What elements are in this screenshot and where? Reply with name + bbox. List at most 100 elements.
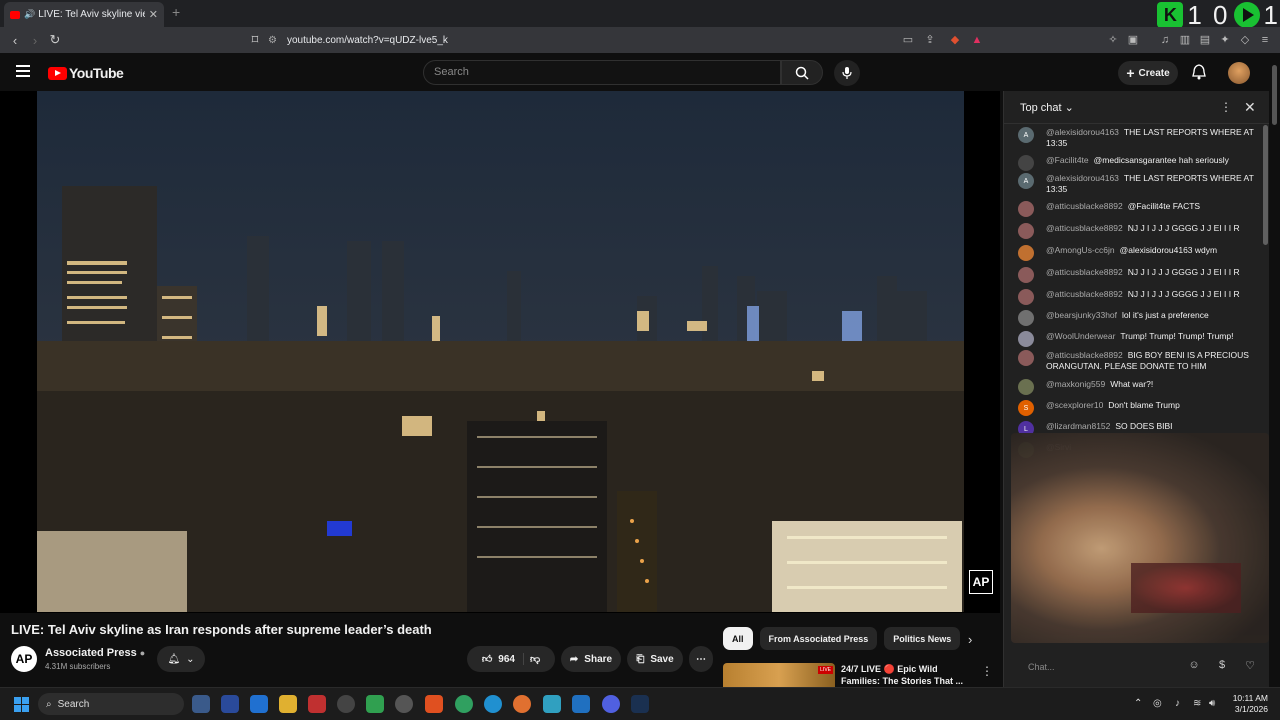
chat-message[interactable]: S @scexplorer10 Don't blame Trump	[1018, 400, 1258, 416]
chevron-right-icon[interactable]: ›	[968, 632, 972, 647]
thumbs-down-icon[interactable]: 👎︎	[530, 653, 540, 665]
more-actions-button[interactable]: ⋯	[689, 646, 713, 672]
search-input[interactable]: Search	[423, 60, 781, 85]
chat-avatar[interactable]	[1018, 289, 1034, 305]
super-chat-icon[interactable]: $	[1214, 659, 1230, 675]
chat-author[interactable]: @atticusblacke8892	[1046, 289, 1123, 299]
page-scrollbar[interactable]	[1269, 55, 1280, 687]
sidebar-icon[interactable]: ▥	[1178, 33, 1192, 47]
microphone-tray-icon[interactable]: ♪	[1175, 698, 1180, 709]
media-icon[interactable]: ♫	[1158, 33, 1172, 47]
chat-avatar[interactable]	[1018, 223, 1034, 239]
chat-avatar[interactable]	[1018, 350, 1034, 366]
video-player[interactable]: AP	[0, 91, 1000, 613]
vscode-icon[interactable]	[572, 695, 590, 713]
close-icon[interactable]: ✕	[1244, 99, 1256, 116]
share-button[interactable]: ➦ Share	[561, 646, 621, 672]
chip-politics[interactable]: Politics News	[884, 627, 961, 650]
task-view-icon[interactable]	[192, 695, 210, 713]
chat-avatar[interactable]: S	[1018, 400, 1034, 416]
chat-author[interactable]: @alexisidorou4163	[1046, 173, 1119, 183]
wallet-icon[interactable]: ▤	[1198, 33, 1212, 47]
share-page-icon[interactable]: ⇪	[923, 33, 937, 47]
chat-author[interactable]: @lizardman8152	[1046, 421, 1110, 431]
screenshot-icon[interactable]: ▣	[1126, 33, 1140, 47]
browser-tab[interactable]: 🔊 LIVE: Tel Aviv skyline view as ✕	[4, 2, 164, 27]
chat-author[interactable]: @bearsjunky33hof	[1046, 310, 1117, 320]
app-icon[interactable]	[221, 695, 239, 713]
voice-search-button[interactable]	[834, 60, 860, 86]
clock-app-icon[interactable]	[337, 695, 355, 713]
remote-desktop-icon[interactable]	[250, 695, 268, 713]
chat-avatar[interactable]	[1018, 267, 1034, 283]
chat-author[interactable]: @AmongUs-cc6jn	[1046, 245, 1115, 255]
chat-message[interactable]: @WoolUnderwear Trump! Trump! Trump! Trump…	[1018, 331, 1258, 347]
video-frame[interactable]	[37, 91, 964, 612]
windows-start-icon[interactable]	[14, 697, 29, 712]
cast-icon[interactable]: ▭	[901, 33, 915, 47]
save-button[interactable]: ⎗ Save	[627, 646, 683, 672]
chat-author[interactable]: @WoolUnderwear	[1046, 331, 1115, 341]
chat-message[interactable]: A @alexisidorou4163 THE LAST REPORTS WHERE…	[1018, 173, 1258, 195]
brave-icon[interactable]	[425, 695, 443, 713]
user-avatar[interactable]	[1228, 62, 1250, 84]
chat-message[interactable]: @atticusblacke8892 NJ J I J J J GGGG J J …	[1018, 223, 1258, 239]
chat-message[interactable]: @atticusblacke8892 BIG BOY BENI IS A PREC…	[1018, 350, 1258, 372]
chat-author[interactable]: @alexisidorou4163	[1046, 127, 1119, 137]
system-clock[interactable]: 10:11 AM 3/1/2026	[1226, 693, 1268, 715]
firefox-icon[interactable]	[513, 695, 531, 713]
chat-author[interactable]: @atticusblacke8892	[1046, 267, 1123, 277]
shield-app-icon[interactable]	[366, 695, 384, 713]
wifi-icon[interactable]: ≋	[1193, 698, 1201, 709]
extensions-icon[interactable]: ✧	[1106, 33, 1120, 47]
reload-icon[interactable]: ↻	[45, 30, 65, 50]
chat-author[interactable]: @atticusblacke8892	[1046, 223, 1123, 233]
chrome-icon[interactable]	[455, 695, 473, 713]
voice-meeter-icon[interactable]	[308, 695, 326, 713]
taskbar-search[interactable]: ⌕ Search	[38, 693, 184, 715]
chat-message[interactable]: @maxkonig559 What war?!	[1018, 379, 1258, 395]
menu-icon[interactable]: ≡	[1258, 33, 1272, 47]
hamburger-menu-icon[interactable]	[16, 65, 30, 77]
chat-author[interactable]: @scexplorer10	[1046, 400, 1103, 410]
vpn-icon[interactable]: ◇	[1238, 33, 1252, 47]
notifications-button[interactable]	[1192, 64, 1206, 85]
site-info-icon[interactable]: ⚙	[268, 35, 277, 46]
chat-avatar[interactable]: A	[1018, 173, 1034, 189]
url-field[interactable]: ⚙ youtube.com/watch?v=qUDZ-lve5_k	[268, 30, 988, 50]
chat-mode-dropdown[interactable]: Top chat ⌄	[1020, 101, 1074, 114]
heart-icon[interactable]: ♡	[1242, 659, 1258, 675]
chat-message[interactable]: A @alexisidorou4163 THE LAST REPORTS WHERE…	[1018, 127, 1258, 149]
back-icon[interactable]: ‹	[5, 30, 25, 50]
chat-message[interactable]: @atticusblacke8892 @Facilit4te FACTS	[1018, 201, 1258, 217]
app-icon-2[interactable]	[543, 695, 561, 713]
forward-icon[interactable]: ›	[25, 30, 45, 50]
settings-app-icon[interactable]	[395, 695, 413, 713]
tray-app-icon[interactable]: ◎	[1153, 698, 1162, 709]
like-button[interactable]: 👍︎ 964	[482, 653, 524, 665]
chat-message[interactable]: @bearsjunky33hof lol it's just a preferen…	[1018, 310, 1258, 326]
new-tab-icon[interactable]: +	[172, 4, 180, 20]
discord-icon[interactable]	[602, 695, 620, 713]
steam-icon[interactable]	[631, 695, 649, 713]
emoji-icon[interactable]: ☺	[1186, 659, 1202, 675]
close-tab-icon[interactable]: ✕	[149, 8, 158, 21]
brave-shield-icon[interactable]: ◆	[948, 33, 962, 47]
volume-icon[interactable]: 🔊︎	[1209, 698, 1215, 709]
chip-all[interactable]: All	[723, 627, 753, 650]
create-button[interactable]: + Create	[1118, 61, 1178, 85]
chevron-up-icon[interactable]: ⌃	[1134, 698, 1142, 709]
more-vertical-icon[interactable]: ⋮	[1220, 100, 1232, 114]
chat-author[interactable]: @atticusblacke8892	[1046, 350, 1123, 360]
channel-avatar[interactable]: AP	[11, 646, 37, 672]
leo-icon[interactable]: ✦	[1218, 33, 1232, 47]
chat-avatar[interactable]	[1018, 379, 1034, 395]
bookmark-icon[interactable]: ⌑	[245, 30, 265, 50]
chat-avatar[interactable]	[1018, 201, 1034, 217]
rewards-icon[interactable]: ▲	[970, 33, 984, 47]
speaker-icon[interactable]: 🔊	[24, 9, 35, 20]
chat-message[interactable]: @Facilit4te @medicsansgarantee hah seriou…	[1018, 155, 1258, 171]
chat-message[interactable]: @atticusblacke8892 NJ J I J J J GGGG J J …	[1018, 267, 1258, 283]
subscription-bell-button[interactable]: 🔔︎ ⌄	[157, 646, 205, 672]
recommendation-title[interactable]: 24/7 LIVE 🔴 Epic Wild Families: The Stor…	[841, 663, 971, 687]
